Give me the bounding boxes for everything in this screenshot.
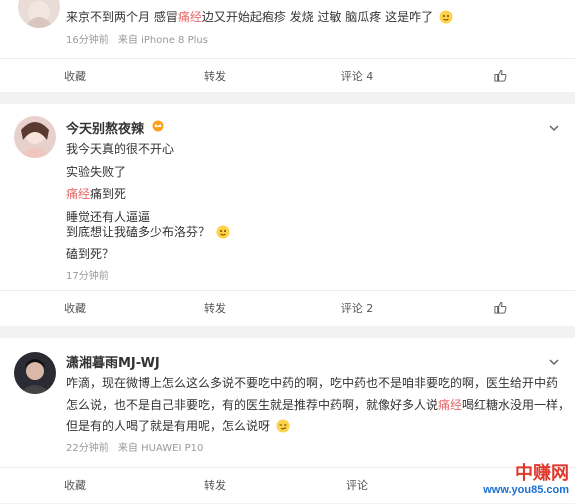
watermark: 中赚网 www.you85.com (483, 464, 569, 497)
timestamp: 17分钟前 (66, 267, 109, 282)
repost-button[interactable]: 转发 (170, 468, 260, 504)
comment-meta: 22分钟前 来自 HUAWEI P10 (66, 439, 203, 454)
timestamp: 16分钟前 (66, 35, 109, 46)
repost-button[interactable]: 转发 (170, 291, 260, 327)
smile-emoji-icon (439, 10, 453, 24)
watermark-brand: 中赚网 (483, 464, 569, 484)
comment-card-2: 今天别熬夜辣 我今天真的很不开心 实验失败了 痛经痛到死 睡觉还有人逼逼 到底想… (0, 104, 575, 326)
comment-text-line: 来京不到两个月 感冒痛经边又开始起疱疹 发烧 过敏 脑瓜疼 这是咋了 (66, 8, 453, 25)
username[interactable]: 今天别熬夜辣 (66, 118, 144, 137)
thumbs-up-icon (494, 69, 507, 82)
like-button[interactable] (455, 59, 545, 95)
source: 来自 HUAWEI P10 (118, 443, 203, 454)
avatar[interactable] (14, 116, 56, 158)
comment-text-line: 怎么说，也不是自己非要吃，有的医生就是推荐中药啊，就像好多人说痛经喝红糖水没用一… (66, 396, 570, 413)
comment-text-line: 到底想让我磕多少布洛芬？ (66, 223, 230, 240)
comment-meta: 16分钟前 来自 iPhone 8 Plus (66, 31, 208, 46)
comment-button[interactable]: 评论 2 (312, 291, 402, 327)
comment-text-line: 但是有的人喝了就是有用呢，怎么说呀 (66, 417, 290, 434)
comment-text-line: 咋滴，现在微博上怎么这么多说不要吃中药的啊，吃中药也不是咱非要吃的啊，医生给开中… (66, 374, 558, 391)
comment-text-line: 我今天真的很不开心 (66, 140, 174, 157)
comment-card-1: 来京不到两个月 感冒痛经边又开始起疱疹 发烧 过敏 脑瓜疼 这是咋了 16分钟前… (0, 0, 575, 92)
comment-text-line: 实验失败了 (66, 163, 126, 180)
avatar[interactable] (18, 0, 60, 28)
action-bar: 收藏 转发 评论 2 (0, 290, 575, 327)
like-button[interactable] (455, 291, 545, 327)
thumbs-up-icon (494, 301, 507, 314)
smirk-emoji-icon (276, 419, 290, 433)
comment-button[interactable]: 评论 4 (312, 59, 402, 95)
comment-button[interactable]: 评论 (312, 468, 402, 504)
watermark-url: www.you85.com (483, 484, 569, 497)
username[interactable]: 潇湘暮雨MJ-WJ (66, 352, 160, 371)
crown-badge-icon (151, 120, 165, 132)
smile-emoji-icon (216, 225, 230, 239)
comment-text-line: 痛经痛到死 (66, 185, 126, 202)
source: 来自 iPhone 8 Plus (118, 35, 208, 46)
favorite-button[interactable]: 收藏 (30, 59, 120, 95)
avatar[interactable] (14, 352, 56, 394)
favorite-button[interactable]: 收藏 (30, 291, 120, 327)
timestamp: 22分钟前 (66, 443, 109, 454)
comment-text-line: 磕到死？ (66, 245, 114, 262)
action-bar: 收藏 转发 评论 4 (0, 58, 575, 95)
chevron-down-icon[interactable] (548, 122, 560, 134)
chevron-down-icon[interactable] (548, 356, 560, 368)
favorite-button[interactable]: 收藏 (30, 468, 120, 504)
repost-button[interactable]: 转发 (170, 59, 260, 95)
